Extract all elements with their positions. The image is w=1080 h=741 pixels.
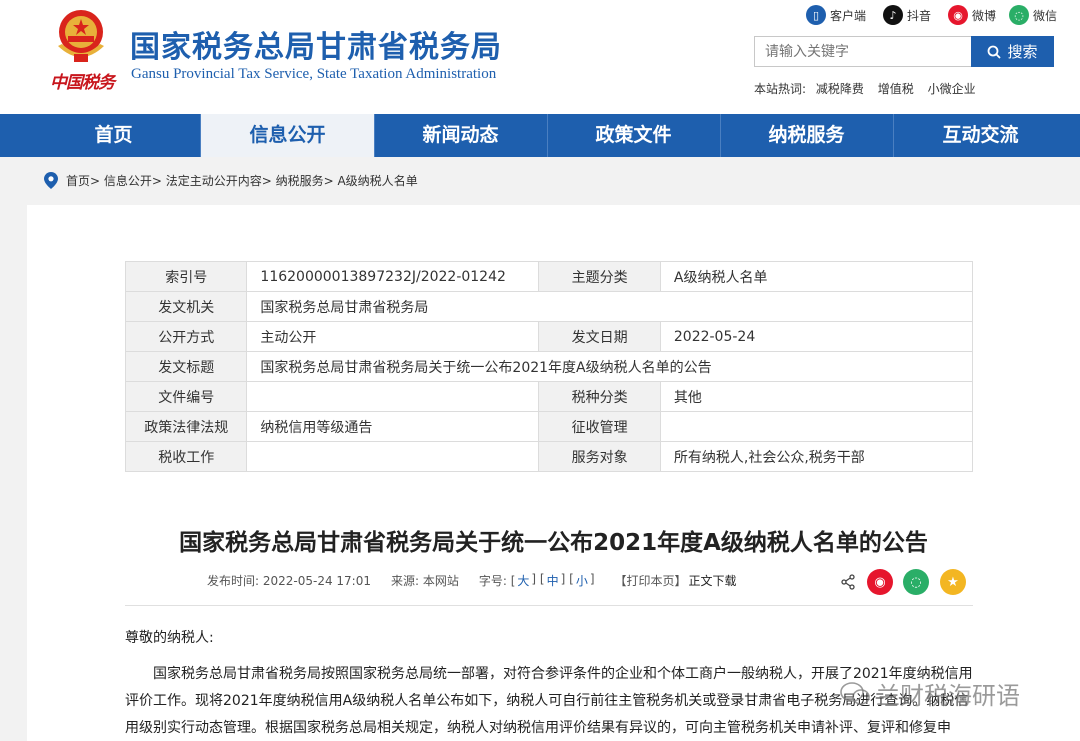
font-large-link[interactable]: 大 [517,572,529,589]
meta-value: 其他 [659,381,974,412]
publish-time: 发布时间: 2022-05-24 17:01 [207,574,371,588]
wechat-icon: ◌ [1009,5,1029,25]
meta-key: 主题分类 [538,261,661,292]
article-title: 国家税务总局甘肃省税务局关于统一公布2021年度A级纳税人名单的公告 [179,530,928,556]
meta-value: 纳税信用等级通告 [246,411,540,442]
weibo-link[interactable]: ◉ 微博 [948,4,996,26]
client-link[interactable]: ▯ 客户端 [806,4,866,26]
breadcrumb: 首页> 信息公开> 法定主动公开内容> 纳税服务> A级纳税人名单 [44,172,418,189]
divider [125,605,973,606]
tax-seal-logo: 中国税务 [50,73,115,93]
hot-word-link[interactable]: 减税降费 [816,82,864,96]
wechat-watermark-icon [840,681,870,705]
meta-value [246,441,540,472]
share-wechat-icon[interactable]: ◌ [903,569,929,595]
hot-word-link[interactable]: 增值税 [878,82,914,96]
tiktok-icon: ♪ [883,5,903,25]
font-medium-link[interactable]: 中 [547,572,559,589]
weibo-icon: ◉ [948,5,968,25]
meta-value [659,411,974,442]
meta-value: 主动公开 [246,321,540,352]
meta-key: 公开方式 [124,321,248,352]
favorite-star-icon[interactable]: ★ [940,569,966,595]
print-link[interactable]: 【打印本页】 [615,572,687,589]
meta-value: A级纳税人名单 [659,261,974,292]
font-size-label: 字号: [ [478,574,516,588]
meta-key: 服务对象 [538,441,661,472]
location-pin-icon [44,172,58,189]
meta-key: 税收工作 [124,441,248,472]
font-small-link[interactable]: 小 [576,572,588,589]
share-weibo-icon[interactable]: ◉ [867,569,893,595]
search-input[interactable] [754,36,972,67]
main-nav: 首页 信息公开 新闻动态 政策文件 纳税服务 互动交流 [0,114,1080,157]
meta-table: 索引号 11620000013897232J/2022-01242 主题分类 A… [124,261,974,472]
article-info: 发布时间: 2022-05-24 17:01 来源: 本网站 字号: [ 大 ]… [207,572,737,589]
nav-item-policy[interactable]: 政策文件 [547,114,720,157]
search-button[interactable]: 搜索 [971,36,1054,67]
site-subtitle: Gansu Provincial Tax Service, State Taxa… [131,66,497,82]
meta-key: 文件编号 [124,381,248,412]
site-header: 中国税务 国家税务总局甘肃省税务局 Gansu Provincial Tax S… [0,0,1080,114]
greeting: 尊敬的纳税人: [125,630,214,646]
nav-item-info[interactable]: 信息公开 [201,114,374,157]
watermark: 兰财税海研语 [840,676,1020,711]
meta-value: 所有纳税人,社会公众,税务干部 [659,441,974,472]
hot-word-link[interactable]: 小微企业 [928,82,976,96]
meta-key: 征收管理 [538,411,661,442]
nav-item-interact[interactable]: 互动交流 [894,114,1067,157]
meta-key: 索引号 [124,261,248,292]
mobile-icon: ▯ [806,5,826,25]
nav-item-news[interactable]: 新闻动态 [374,114,547,157]
nav-item-service[interactable]: 纳税服务 [720,114,893,157]
meta-value: 国家税务总局甘肃省税务局 [246,291,973,322]
share-icon[interactable] [840,574,856,590]
national-emblem-icon [58,10,104,62]
meta-key: 发文机关 [124,291,248,322]
hot-words: 本站热词: 减税降费 增值税 小微企业 [754,82,976,96]
wechat-link[interactable]: ◌ 微信 [1009,4,1057,26]
douyin-link[interactable]: ♪ 抖音 [883,4,931,26]
meta-key: 政策法律法规 [124,411,248,442]
breadcrumb-path[interactable]: 首页> 信息公开> 法定主动公开内容> 纳税服务> A级纳税人名单 [66,172,418,189]
meta-value [246,381,540,412]
meta-value: 2022-05-24 [659,321,974,352]
site-title[interactable]: 国家税务总局甘肃省税务局 [130,22,502,66]
search-icon [988,45,1002,59]
meta-value: 国家税务总局甘肃省税务局关于统一公布2021年度A级纳税人名单的公告 [246,351,973,382]
meta-key: 发文日期 [538,321,661,352]
source: 来源: 本网站 [391,574,459,588]
download-link[interactable]: 正文下载 [689,572,737,589]
article-panel: 索引号 11620000013897232J/2022-01242 主题分类 A… [27,205,1080,741]
meta-key: 发文标题 [124,351,248,382]
meta-key: 税种分类 [538,381,661,412]
meta-value: 11620000013897232J/2022-01242 [246,261,540,292]
nav-item-home[interactable]: 首页 [27,114,200,157]
